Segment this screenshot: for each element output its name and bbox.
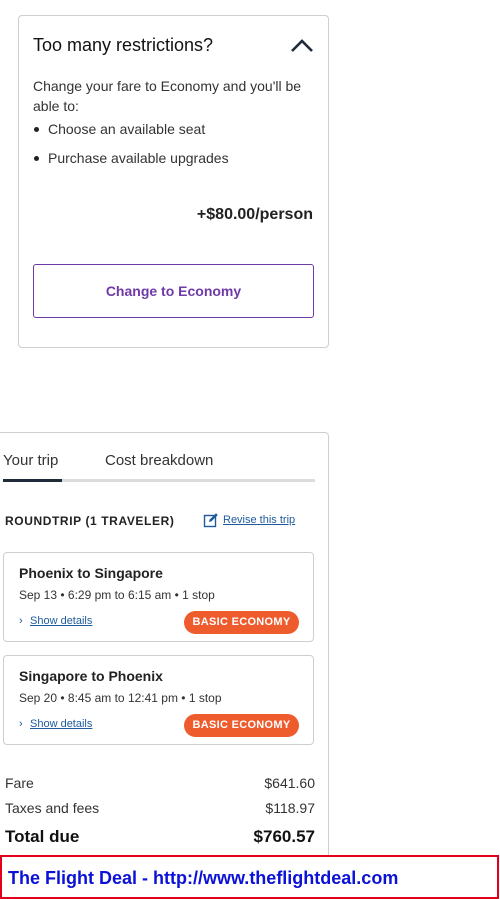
banner-link[interactable]: The Flight Deal - http://www.theflightde… <box>8 868 398 889</box>
trip-summary-card: Your trip Cost breakdown ROUNDTRIP (1 TR… <box>0 432 329 862</box>
benefit-item: Choose an available seat <box>33 119 229 148</box>
flight-schedule: Sep 20 • 8:45 am to 12:41 pm • 1 stop <box>19 691 222 705</box>
revise-trip-link[interactable]: Revise this trip <box>203 513 296 528</box>
fare-class-badge: BASIC ECONOMY <box>184 714 299 737</box>
edit-icon <box>203 513 218 528</box>
fare-value: $641.60 <box>264 775 315 791</box>
upgrade-description: Change your fare to Economy and you'll b… <box>33 78 302 114</box>
taxes-label: Taxes and fees <box>5 800 100 816</box>
show-details-link[interactable]: Show details <box>30 615 92 627</box>
taxes-value: $118.97 <box>265 800 315 816</box>
fare-label: Fare <box>5 775 34 791</box>
show-details-link[interactable]: Show details <box>30 718 92 730</box>
change-to-economy-button[interactable]: Change to Economy <box>33 264 314 318</box>
upgrade-card-title: Too many restrictions? <box>33 35 214 55</box>
fare-class-badge: BASIC ECONOMY <box>184 611 299 634</box>
watermark-banner: The Flight Deal - http://www.theflightde… <box>0 855 499 899</box>
tab-cost-breakdown[interactable]: Cost breakdown <box>105 452 213 479</box>
revise-trip-label: Revise this trip <box>223 514 296 526</box>
flight-route: Phoenix to Singapore <box>19 565 163 581</box>
chevron-up-icon[interactable] <box>290 37 314 53</box>
flight-segment: Singapore to Phoenix Sep 20 • 8:45 am to… <box>3 655 314 745</box>
tab-your-trip[interactable]: Your trip <box>3 452 62 482</box>
total-label: Total due <box>5 827 80 846</box>
trip-tabs: Your trip Cost breakdown <box>3 452 315 482</box>
roundtrip-header: ROUNDTRIP (1 TRAVELER) <box>5 514 175 528</box>
chevron-right-icon: › <box>19 615 23 627</box>
flight-schedule: Sep 13 • 6:29 pm to 6:15 am • 1 stop <box>19 588 215 602</box>
total-value: $760.57 <box>253 827 315 846</box>
fare-upgrade-card: Too many restrictions? Change your fare … <box>18 15 329 348</box>
flight-route: Singapore to Phoenix <box>19 668 163 684</box>
flight-segment: Phoenix to Singapore Sep 13 • 6:29 pm to… <box>3 552 314 642</box>
upgrade-price: +$80.00/person <box>196 206 313 223</box>
chevron-right-icon: › <box>19 718 23 730</box>
upgrade-benefits-list: Choose an available seat Purchase availa… <box>33 119 229 177</box>
benefit-item: Purchase available upgrades <box>33 148 229 177</box>
